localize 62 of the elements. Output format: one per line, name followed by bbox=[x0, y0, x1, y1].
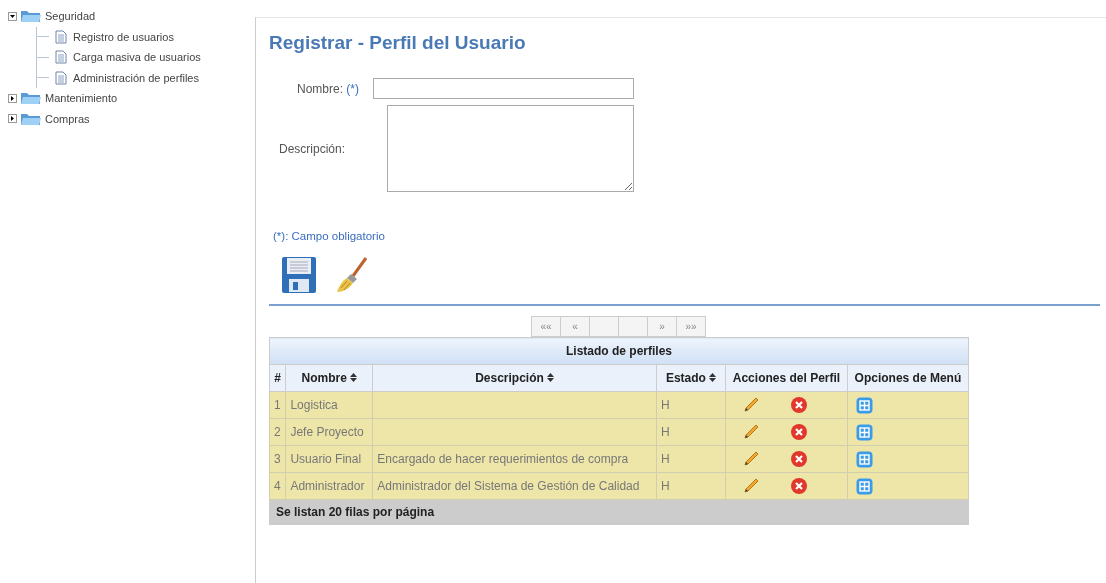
sort-icon[interactable] bbox=[547, 373, 555, 382]
document-icon bbox=[55, 29, 67, 44]
edit-button[interactable] bbox=[742, 423, 761, 441]
edit-button[interactable] bbox=[742, 396, 761, 414]
table-cell: 2 bbox=[269, 418, 286, 446]
table-cell: Encargado de hacer requerimientos de compra bbox=[372, 445, 657, 473]
menu-options-button[interactable] bbox=[855, 396, 873, 414]
pager-button[interactable]: «« bbox=[531, 316, 561, 337]
menu-options-button[interactable] bbox=[855, 450, 873, 468]
collapse-icon[interactable] bbox=[8, 11, 17, 21]
table-cell: H bbox=[656, 472, 726, 500]
tree-item[interactable]: Registro de usuarios bbox=[73, 30, 174, 43]
column-header[interactable]: Estado bbox=[656, 364, 726, 392]
save-button[interactable] bbox=[279, 256, 319, 296]
column-header[interactable]: Descripción bbox=[372, 364, 657, 392]
sort-icon[interactable] bbox=[709, 373, 717, 382]
column-header[interactable]: Nombre bbox=[285, 364, 373, 392]
table-cell: Administrador del Sistema de Gestión de Calidad bbox=[372, 472, 657, 500]
name-input[interactable] bbox=[373, 78, 634, 99]
delete-button[interactable] bbox=[790, 423, 809, 441]
column-header: # bbox=[269, 364, 286, 392]
table-caption: Listado de perfiles bbox=[269, 337, 969, 365]
table-cell: 4 bbox=[269, 472, 286, 500]
page-title: Registrar - Perfil del Usuario bbox=[269, 32, 527, 54]
table-cell: H bbox=[656, 445, 726, 473]
table-footer: Se listan 20 filas por página bbox=[269, 499, 969, 525]
menu-options-button[interactable] bbox=[855, 477, 873, 495]
required-note: (*): Campo obligatorio bbox=[273, 230, 386, 242]
tree-item[interactable]: Carga masiva de usuarios bbox=[73, 51, 201, 64]
table-cell: Logistica bbox=[285, 391, 373, 419]
table-cell: 3 bbox=[269, 445, 286, 473]
tree-item[interactable]: Compras bbox=[45, 112, 90, 125]
menu-options-button[interactable] bbox=[855, 423, 873, 441]
table-cell: 1 bbox=[269, 391, 286, 419]
expand-icon[interactable] bbox=[8, 93, 17, 103]
column-header: Opciones de Menú bbox=[847, 364, 969, 392]
delete-button[interactable] bbox=[790, 477, 809, 495]
delete-button[interactable] bbox=[790, 450, 809, 468]
table-cell: H bbox=[656, 418, 726, 446]
tree-item[interactable]: Mantenimiento bbox=[45, 92, 118, 105]
table-cell: Administrador bbox=[285, 472, 373, 500]
folder-icon bbox=[20, 9, 42, 24]
column-header: Acciones del Perfil bbox=[725, 364, 848, 392]
document-icon bbox=[55, 50, 67, 65]
document-icon bbox=[55, 70, 67, 85]
edit-button[interactable] bbox=[742, 450, 761, 468]
tree-item[interactable]: Seguridad bbox=[45, 10, 96, 23]
pager-button[interactable]: « bbox=[560, 316, 590, 337]
tree-item[interactable]: Administración de perfiles bbox=[73, 71, 199, 84]
expand-icon[interactable] bbox=[8, 114, 17, 124]
table-cell: Usuario Final bbox=[285, 445, 373, 473]
field-label: Nombre: (*) bbox=[295, 81, 360, 96]
folder-icon bbox=[20, 91, 42, 106]
table-cell: H bbox=[656, 391, 726, 419]
edit-button[interactable] bbox=[742, 477, 761, 495]
sort-icon[interactable] bbox=[350, 373, 358, 382]
folder-icon bbox=[20, 111, 42, 126]
table-cell: Jefe Proyecto bbox=[285, 418, 373, 446]
delete-button[interactable] bbox=[790, 396, 809, 414]
description-input[interactable] bbox=[387, 105, 634, 192]
field-label: Descripción: bbox=[278, 141, 347, 156]
pager-button[interactable]: » bbox=[647, 316, 677, 337]
